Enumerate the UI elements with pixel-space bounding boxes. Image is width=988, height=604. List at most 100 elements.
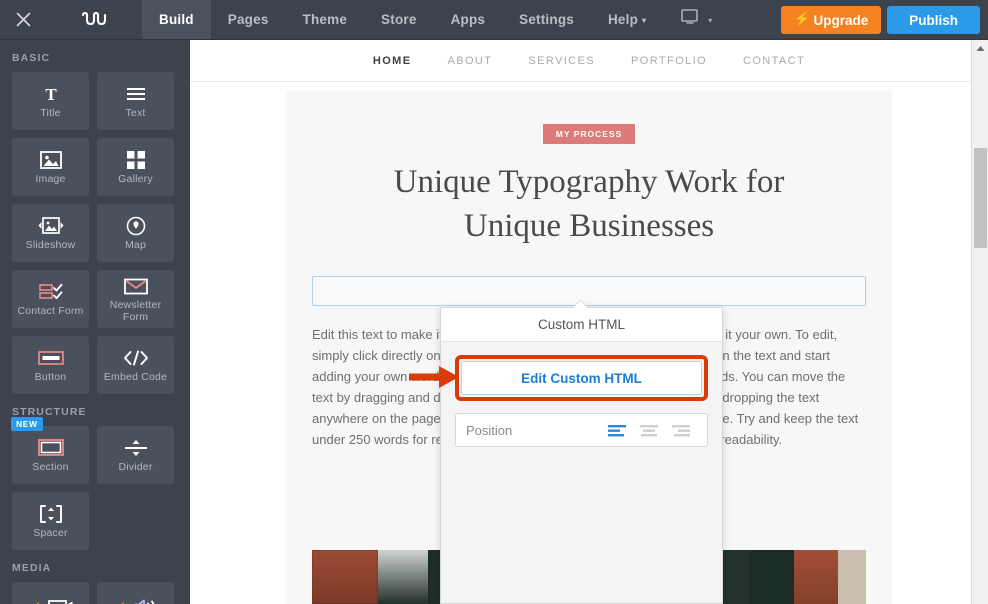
section-eyebrow-badge: MY PROCESS: [543, 124, 635, 144]
upgrade-button[interactable]: ⚡ Upgrade: [781, 6, 882, 34]
sidebar-tile-label: Divider: [118, 460, 153, 473]
sidebar-tile-label: Embed Code: [103, 370, 168, 383]
image-icon: [39, 149, 62, 171]
sidebar-group-structure: NEW Section Divider Spacer: [0, 417, 190, 550]
page-title: Unique Typography Work for Unique Busine…: [286, 160, 892, 248]
publish-label: Publish: [909, 12, 958, 28]
sidebar-tile-label: Image: [35, 172, 66, 185]
align-right-icon[interactable]: [665, 423, 697, 437]
site-nav: HOME ABOUT SERVICES PORTFOLIO CONTACT: [190, 40, 988, 82]
sidebar-tile-divider[interactable]: Divider: [97, 426, 174, 484]
desktop-monitor-icon: [681, 9, 700, 30]
sidebar-tile-spacer[interactable]: Spacer: [12, 492, 89, 550]
chevron-down-icon: ▾: [708, 15, 713, 25]
sidebar-tile-image[interactable]: Image: [12, 138, 89, 196]
nav-apps[interactable]: Apps: [434, 0, 503, 39]
sidebar-tile-embed-code[interactable]: Embed Code: [97, 336, 174, 394]
title-T-icon: T: [41, 83, 61, 105]
sidebar-tile-contact-form[interactable]: Contact Form: [12, 270, 89, 328]
sidebar-tile-label: Map: [124, 238, 147, 251]
embed-code-icon: [123, 347, 149, 369]
scrollbar-thumb[interactable]: [974, 148, 987, 248]
chevron-down-icon: ▾: [642, 15, 647, 25]
close-icon[interactable]: [0, 0, 46, 39]
popup-title: Custom HTML: [441, 308, 722, 342]
site-nav-contact[interactable]: CONTACT: [743, 55, 805, 67]
popup-body: Edit Custom HTML Position: [441, 342, 722, 447]
page-title-line1: Unique Typography Work for: [393, 164, 785, 200]
edit-custom-html-button[interactable]: Edit Custom HTML: [461, 361, 702, 395]
sidebar-heading-basic: BASIC: [12, 52, 51, 64]
sidebar-heading-media: MEDIA: [12, 562, 52, 574]
canvas-scrollbar[interactable]: [971, 40, 988, 604]
nav-theme[interactable]: Theme: [286, 0, 365, 39]
svg-text:T: T: [45, 85, 57, 104]
sidebar-tile-label: Spacer: [33, 526, 68, 539]
selected-custom-html-element[interactable]: [312, 276, 866, 306]
sidebar-tile-label: Slideshow: [25, 238, 76, 251]
sidebar-tile-button[interactable]: Button: [12, 336, 89, 394]
map-pin-icon: [126, 215, 146, 237]
sidebar-tile-gallery[interactable]: Gallery: [97, 138, 174, 196]
envelope-icon: [123, 275, 148, 297]
sidebar-tile-label: Gallery: [118, 172, 153, 185]
nav-pages[interactable]: Pages: [211, 0, 286, 39]
text-lines-icon: [126, 83, 146, 105]
elements-sidebar[interactable]: BASIC T Title Text Image Gallery Slidesh…: [0, 40, 190, 604]
sidebar-group-media: ⚡ ⚡: [0, 582, 190, 604]
sidebar-tile-label: Section: [32, 460, 69, 473]
upgrade-label: Upgrade: [813, 12, 869, 28]
sidebar-tile-label: Contact Form: [17, 304, 84, 317]
sidebar-tile-label: Newsletter Form: [109, 299, 162, 323]
nav-help[interactable]: Help ▾: [591, 0, 663, 39]
position-row: Position: [455, 413, 708, 447]
site-nav-services[interactable]: SERVICES: [528, 55, 595, 67]
sidebar-tile-newsletter-form[interactable]: Newsletter Form: [97, 270, 174, 328]
sidebar-tile-map[interactable]: Map: [97, 204, 174, 262]
sidebar-tile-title[interactable]: T Title: [12, 72, 89, 130]
scroll-up-arrow-icon[interactable]: [972, 40, 988, 57]
contact-form-icon: [38, 281, 63, 303]
top-toolbar: Build Pages Theme Store Apps Settings He…: [0, 0, 988, 40]
main-nav: Build Pages Theme Store Apps Settings He…: [142, 0, 663, 39]
device-preview-selector[interactable]: ▾: [663, 0, 726, 39]
sidebar-tile-text[interactable]: Text: [97, 72, 174, 130]
slideshow-icon: [38, 215, 64, 237]
sidebar-tile-label: Text: [125, 106, 146, 119]
nav-settings[interactable]: Settings: [502, 0, 591, 39]
sidebar-tile-audio[interactable]: ⚡: [97, 582, 174, 604]
nav-build[interactable]: Build: [142, 0, 211, 39]
sidebar-tile-label: Button: [34, 370, 67, 383]
popup-pointer-arrow: [572, 300, 588, 308]
weebly-logo-icon[interactable]: [46, 0, 142, 39]
audio-icon: [133, 598, 159, 604]
red-pointer-arrow: [409, 364, 461, 395]
edit-button-highlight: Edit Custom HTML: [455, 355, 708, 401]
site-nav-home[interactable]: HOME: [373, 55, 412, 67]
sidebar-tile-section[interactable]: NEW Section: [11, 417, 89, 484]
custom-html-popup: Custom HTML Edit Custom HTML Position: [440, 307, 723, 604]
divider-icon: [124, 437, 148, 459]
sidebar-tile-slideshow[interactable]: Slideshow: [12, 204, 89, 262]
nav-store[interactable]: Store: [364, 0, 434, 39]
sidebar-tile-video[interactable]: ⚡: [12, 582, 89, 604]
site-nav-about[interactable]: ABOUT: [447, 55, 492, 67]
align-center-icon[interactable]: [633, 423, 665, 437]
sidebar-group-basic: T Title Text Image Gallery Slideshow Map…: [0, 72, 190, 394]
button-icon: [37, 347, 64, 369]
gallery-grid-icon: [126, 149, 146, 171]
section-rect-icon: [37, 437, 64, 459]
sidebar-tile-label: Title: [40, 106, 61, 119]
spacer-icon: [39, 503, 63, 525]
video-icon: [48, 598, 74, 604]
new-badge: NEW: [11, 417, 43, 431]
align-left-icon[interactable]: [601, 423, 633, 437]
weebly-editor-window: Build Pages Theme Store Apps Settings He…: [0, 0, 988, 604]
site-nav-portfolio[interactable]: PORTFOLIO: [631, 55, 707, 67]
page-title-line2: Unique Businesses: [463, 208, 715, 244]
position-label: Position: [466, 422, 513, 438]
publish-button[interactable]: Publish: [887, 6, 980, 34]
edit-custom-html-label: Edit Custom HTML: [521, 370, 642, 386]
bolt-icon: ⚡: [794, 11, 811, 26]
